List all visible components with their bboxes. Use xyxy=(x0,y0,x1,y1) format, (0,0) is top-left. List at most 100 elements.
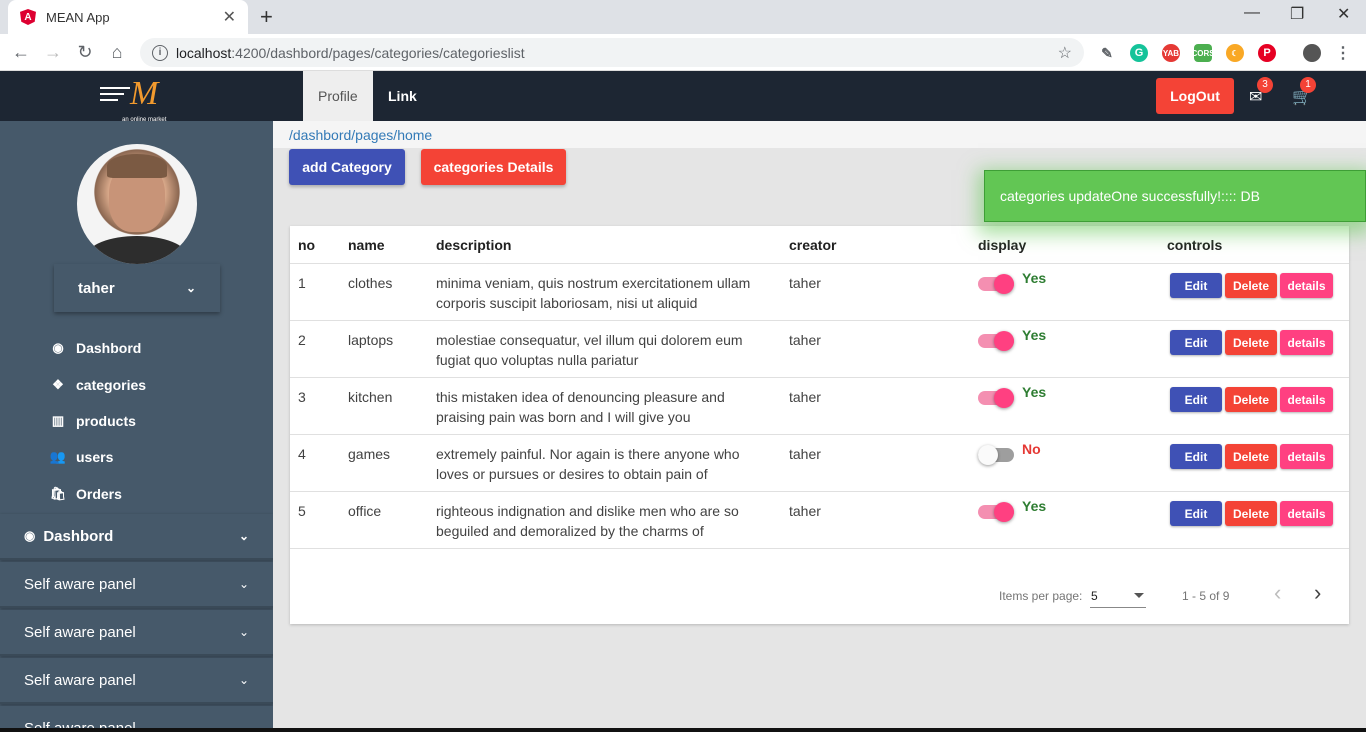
details-button[interactable]: details xyxy=(1280,273,1333,298)
window-close-icon[interactable]: ✕ xyxy=(1337,4,1350,24)
categories-table: no name description creator display cont… xyxy=(290,226,1349,624)
forward-icon[interactable]: → xyxy=(37,42,69,63)
profile-avatar-icon[interactable] xyxy=(1303,44,1321,62)
cell-no: 2 xyxy=(298,332,306,348)
browser-tab[interactable]: A MEAN App ✕ xyxy=(8,0,248,34)
caret-down-icon xyxy=(1134,593,1144,598)
new-tab-icon[interactable]: + xyxy=(260,4,273,30)
sidebar-item-label: categories xyxy=(76,377,147,393)
delete-button[interactable]: Delete xyxy=(1225,387,1277,412)
edit-button[interactable]: Edit xyxy=(1170,444,1222,469)
url-path: :4200/dashbord/pages/categories/categori… xyxy=(231,44,525,61)
angular-icon: A xyxy=(20,9,36,25)
delete-button[interactable]: Delete xyxy=(1225,273,1277,298)
display-toggle[interactable] xyxy=(978,388,1014,408)
yab-icon[interactable]: YAB xyxy=(1162,44,1180,62)
items-per-page-label: Items per page: xyxy=(999,589,1083,603)
success-toast: categories updateOne successfully!:::: D… xyxy=(984,170,1366,222)
pinterest-icon[interactable]: P xyxy=(1258,44,1276,62)
display-toggle[interactable] xyxy=(978,445,1014,465)
description-line: corporis suscipit laboriosam, nisi ut al… xyxy=(436,295,698,311)
delete-button[interactable]: Delete xyxy=(1225,330,1277,355)
details-button[interactable]: details xyxy=(1280,387,1333,412)
cors-icon[interactable]: CORS xyxy=(1191,44,1215,62)
sidebar-item-dashbord[interactable]: ◉ Dashbord xyxy=(48,340,141,356)
cell-no: 3 xyxy=(298,389,306,405)
url-host: localhost xyxy=(176,44,232,61)
chevron-down-icon: ⌄ xyxy=(238,529,249,543)
panel-self-aware[interactable]: Self aware panel ⌄ xyxy=(0,658,273,704)
panel-dashbord[interactable]: ◉ Dashbord ⌄ xyxy=(0,514,273,560)
dashboard-icon: ◉ xyxy=(24,528,36,543)
minimize-icon[interactable]: — xyxy=(1244,4,1260,22)
categories-details-button[interactable]: categories Details xyxy=(421,149,566,185)
maximize-icon[interactable]: ❐ xyxy=(1290,4,1304,24)
cell-creator: taher xyxy=(789,446,821,462)
reload-icon[interactable]: ↻ xyxy=(69,42,101,63)
mail-icon[interactable]: ✉ 3 xyxy=(1249,77,1273,107)
sidebar-item-label: Orders xyxy=(76,486,122,502)
edit-button[interactable]: Edit xyxy=(1170,387,1222,412)
sidebar-item-users[interactable]: 👥 users xyxy=(48,449,113,465)
nav-profile[interactable]: Profile xyxy=(303,71,373,121)
display-toggle[interactable] xyxy=(978,331,1014,351)
sidebar-item-label: Dashbord xyxy=(76,340,142,356)
details-button[interactable]: details xyxy=(1280,444,1333,469)
browser-tabbar: A MEAN App ✕ + — ❐ ✕ xyxy=(0,0,1366,34)
sidebar-item-categories[interactable]: ❖ categories xyxy=(48,377,146,393)
eyedropper-icon[interactable]: ✎ xyxy=(1098,44,1116,62)
description-line: extremely painful. Nor again is there an… xyxy=(436,446,740,462)
description-line: fugiat quo voluptas nulla pariatur xyxy=(436,352,639,368)
nav-link[interactable]: Link xyxy=(373,71,432,121)
grammarly-icon[interactable]: G xyxy=(1130,44,1148,62)
sidebar-item-orders[interactable]: 🛍 Orders xyxy=(48,486,122,502)
panel-self-aware[interactable]: Self aware panel ⌄ xyxy=(0,562,273,608)
menu-kebab-icon[interactable]: ⋮ xyxy=(1334,44,1352,62)
edit-button[interactable]: Edit xyxy=(1170,330,1222,355)
chevron-down-icon: ⌄ xyxy=(238,625,249,639)
page-size-select[interactable]: 5 xyxy=(1090,582,1146,608)
column-header: display xyxy=(978,237,1027,253)
breadcrumb[interactable]: /dashbord/pages/home xyxy=(289,127,432,143)
cell-creator: taher xyxy=(789,332,821,348)
bookmark-star-icon[interactable]: ☆ xyxy=(1058,43,1072,63)
home-icon[interactable]: ⌂ xyxy=(101,42,133,63)
toggle-knob xyxy=(994,388,1014,408)
add-category-button[interactable]: add Category xyxy=(289,149,405,185)
info-icon[interactable]: i xyxy=(152,44,168,61)
next-page-icon[interactable]: › xyxy=(1314,580,1321,606)
toast-message: categories updateOne successfully!:::: D… xyxy=(1000,188,1260,204)
edit-button[interactable]: Edit xyxy=(1170,273,1222,298)
logo[interactable]: M an online market xyxy=(100,75,180,123)
details-button[interactable]: details xyxy=(1280,501,1333,526)
column-header: name xyxy=(348,237,385,253)
delete-button[interactable]: Delete xyxy=(1225,501,1277,526)
cell-name: clothes xyxy=(348,275,393,291)
table-row: 2 laptops molestiae consequatur, vel illum… xyxy=(290,321,1349,378)
panel-title: Dashbord xyxy=(43,527,114,545)
back-icon[interactable]: ← xyxy=(5,42,37,63)
sidebar: taher ⌄ ◉ Dashbord ❖ categories ▥ produc… xyxy=(0,121,273,732)
cart-icon[interactable]: 🛒 1 xyxy=(1292,77,1316,107)
column-header: no xyxy=(298,237,316,253)
address-bar[interactable]: i localhost:4200/dashbord/pages/categori… xyxy=(140,38,1084,67)
moon-icon[interactable]: ☾ xyxy=(1226,44,1244,62)
logout-button[interactable]: LogOut xyxy=(1156,78,1234,114)
display-toggle[interactable] xyxy=(978,502,1014,522)
browser-toolbar: ← → ↻ ⌂ i localhost:4200/dashbord/pages/… xyxy=(0,34,1366,71)
cell-description: molestiae consequatur, vel illum qui dol… xyxy=(436,330,743,370)
previous-page-icon[interactable]: ‹ xyxy=(1274,580,1281,606)
panel-self-aware[interactable]: Self aware panel ⌄ xyxy=(0,610,273,656)
user-menu[interactable]: taher ⌄ xyxy=(54,264,220,312)
details-button[interactable]: details xyxy=(1280,330,1333,355)
description-line: molestiae consequatur, vel illum qui dol… xyxy=(436,332,743,348)
table-row: 5 office righteous indignation and dislike… xyxy=(290,492,1349,549)
delete-button[interactable]: Delete xyxy=(1225,444,1277,469)
description-line: minima veniam, quis nostrum exercitation… xyxy=(436,275,751,291)
table-row: 4 games extremely painful. Nor again is th… xyxy=(290,435,1349,492)
sidebar-item-products[interactable]: ▥ products xyxy=(48,413,136,429)
toggle-knob xyxy=(994,331,1014,351)
display-toggle[interactable] xyxy=(978,274,1014,294)
edit-button[interactable]: Edit xyxy=(1170,501,1222,526)
close-icon[interactable]: ✕ xyxy=(223,7,236,27)
